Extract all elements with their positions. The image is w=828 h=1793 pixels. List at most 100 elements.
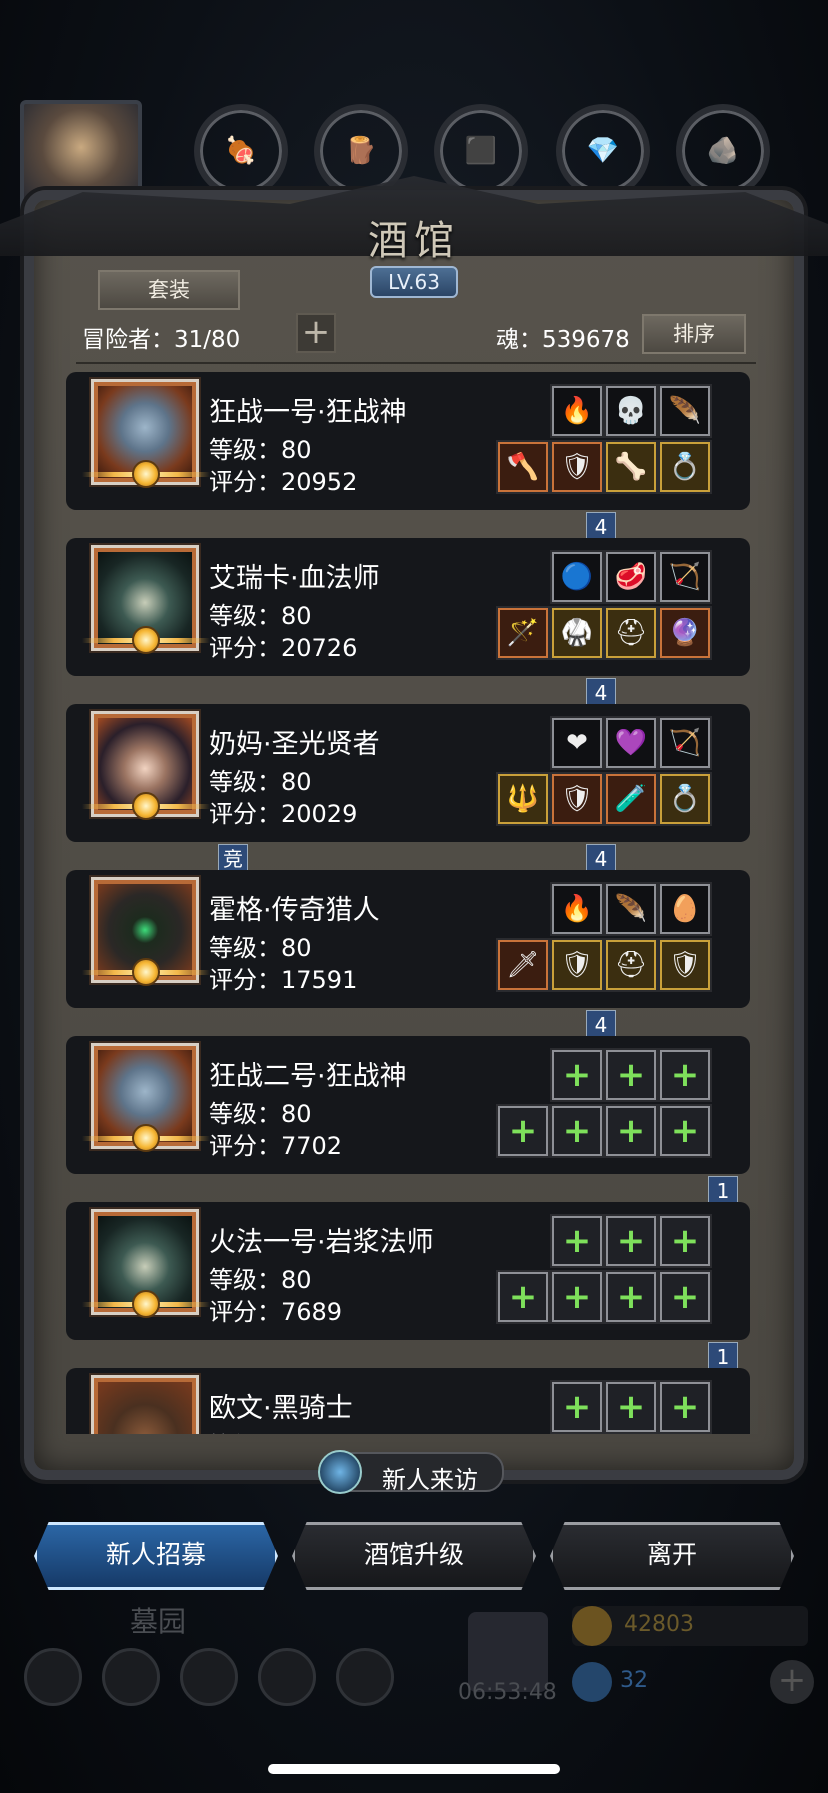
add-icon[interactable]: + [606,1216,656,1266]
add-icon[interactable]: + [606,1050,656,1100]
home-indicator [268,1764,560,1774]
add-icon[interactable]: + [660,1106,710,1156]
hero-score: 评分：20029 [209,800,358,828]
adventurer-count: 冒险者：31/80 [82,327,241,353]
meat-icon[interactable]: 🥩 [606,552,656,602]
hero-card[interactable]: 火法一号·岩浆法师 等级：80 评分：7689 + + + + + + + [66,1202,750,1340]
feather-icon[interactable]: 🪶 [606,884,656,934]
hero-card[interactable]: 霍格·传奇猎人 等级：80 评分：17591 🔥 🪶 🥚 🗡 🛡 ⛑ 🛡 [66,870,750,1008]
cemetery-label: 墓园 [130,1605,187,1638]
page-title: 酒馆 [368,218,460,264]
bow-icon[interactable]: 🏹 [660,552,710,602]
bow-icon[interactable]: 🏹 [660,718,710,768]
axe-icon[interactable]: 🪓 [498,442,548,492]
gold-value: 42803 [624,1612,694,1637]
crystal-icon[interactable]: 💎 [556,104,650,198]
leave-button[interactable]: 离开 [550,1522,794,1590]
add-icon[interactable]: + [660,1272,710,1322]
soul-count: 魂：539678 [496,327,630,353]
coin-icon [572,1606,612,1646]
hero-level: 等级：80 [209,1266,312,1294]
add-icon[interactable]: + [660,1050,710,1100]
new-visitor-label: 新人来访 [382,1466,478,1494]
add-icon[interactable]: + [498,1272,548,1322]
potion-icon[interactable]: 🧪 [606,774,656,824]
add-icon[interactable]: + [552,1050,602,1100]
armor-icon[interactable]: 🛡 [552,774,602,824]
hero-list[interactable]: 狂战一号·狂战神 等级：80 评分：20952 🔥 💀 🪶 🪓 🛡 🦴 💍 4 艾瑞卡·血法师 等级：8… [66,372,764,1434]
hero-score: 评分：20952 [209,468,358,496]
hero-card[interactable]: 奶妈·圣光贤者 等级：80 评分：20029 ❤ 💜 🏹 🔱 🛡 🧪 💍 [66,704,750,842]
hero-score: 评分：7689 [209,1298,343,1326]
rank-medal-icon [82,460,210,488]
armor-icon[interactable]: 🛡 [552,442,602,492]
suit-button[interactable]: 套装 [98,270,240,310]
add-icon[interactable]: + [552,1216,602,1266]
amulet-icon[interactable]: 🔮 [660,608,710,658]
hero-level: 等级：80 [209,1100,312,1128]
hero-level: 等级：80 [209,436,312,464]
upgrade-tavern-button[interactable]: 酒馆升级 [292,1522,536,1590]
portrait-image [98,1382,192,1434]
gem-icon[interactable]: 💜 [606,718,656,768]
fire-orb-icon[interactable]: 🔥 [552,386,602,436]
hero-portrait[interactable] [94,1378,196,1434]
robe-icon[interactable]: 🥋 [552,608,602,658]
hero-name: 奶妈·圣光贤者 [209,729,380,760]
add-icon[interactable]: + [660,1216,710,1266]
ring-icon[interactable]: 💍 [660,774,710,824]
rank-medal-icon [82,1290,210,1318]
meat-icon[interactable]: 🍖 [194,104,288,198]
hero-card[interactable]: 艾瑞卡·血法师 等级：80 评分：20726 🔵 🥩 🏹 🪄 🥋 ⛑ 🔮 [66,538,750,676]
hero-level: 等级：80 [209,602,312,630]
recruit-button[interactable]: 新人招募 [34,1522,278,1590]
rank-medal-icon [82,958,210,986]
hero-score: 评分：17591 [209,966,358,994]
hero-name: 火法一号·岩浆法师 [209,1227,434,1258]
mail-icon[interactable] [258,1648,316,1706]
hero-level: 等级：80 [209,768,312,796]
add-icon[interactable]: + [552,1106,602,1156]
refresh-icon [318,1450,362,1494]
hero-score: 评分：20726 [209,634,358,662]
rank-medal-icon [82,1124,210,1152]
stone-icon[interactable]: 🪨 [676,104,770,198]
skull-icon[interactable]: 💀 [606,386,656,436]
shield-icon[interactable]: 🛡 [660,940,710,990]
gem-value: 32 [620,1668,648,1693]
sword-icon[interactable]: 🗡 [498,940,548,990]
add-icon[interactable]: + [498,1106,548,1156]
helmet-icon[interactable]: ⛑ [606,608,656,658]
hero-card[interactable]: 欧文·黑骑士等级：80+++ [66,1368,750,1434]
scepter-icon[interactable]: 🔱 [498,774,548,824]
blue-orb-icon[interactable]: 🔵 [552,552,602,602]
fire-orb-icon[interactable]: 🔥 [552,884,602,934]
add-icon[interactable]: + [660,1382,710,1432]
add-icon[interactable]: + [606,1382,656,1432]
armor-icon[interactable]: 🛡 [552,940,602,990]
gift-timer: 06:53:48 [458,1680,557,1705]
expand-capacity-button[interactable]: + [296,313,336,353]
egg-icon[interactable]: 🥚 [660,884,710,934]
staff-icon[interactable]: 🪄 [498,608,548,658]
quest-icon[interactable] [336,1648,394,1706]
settings-icon[interactable] [24,1648,82,1706]
claw-icon[interactable]: 🪶 [660,386,710,436]
ring-icon[interactable]: 💍 [660,442,710,492]
hero-card[interactable]: 狂战一号·狂战神 等级：80 评分：20952 🔥 💀 🪶 🪓 🛡 🦴 💍 [66,372,750,510]
menu-icon[interactable] [102,1648,160,1706]
new-visitor-bar[interactable]: 新人来访 [318,1450,504,1494]
add-icon[interactable]: + [552,1382,602,1432]
helmet-icon[interactable]: ⛑ [606,940,656,990]
add-icon[interactable]: + [606,1272,656,1322]
add-icon[interactable]: + [606,1106,656,1156]
add-gem-button[interactable]: + [770,1660,814,1704]
sort-button[interactable]: 排序 [642,314,746,354]
bag-icon[interactable] [180,1648,238,1706]
hero-name: 艾瑞卡·血法师 [209,563,380,594]
hero-score: 评分：7702 [209,1132,343,1160]
heart-icon[interactable]: ❤ [552,718,602,768]
bracer-icon[interactable]: 🦴 [606,442,656,492]
hero-card[interactable]: 狂战二号·狂战神 等级：80 评分：7702 + + + + + + + [66,1036,750,1174]
add-icon[interactable]: + [552,1272,602,1322]
